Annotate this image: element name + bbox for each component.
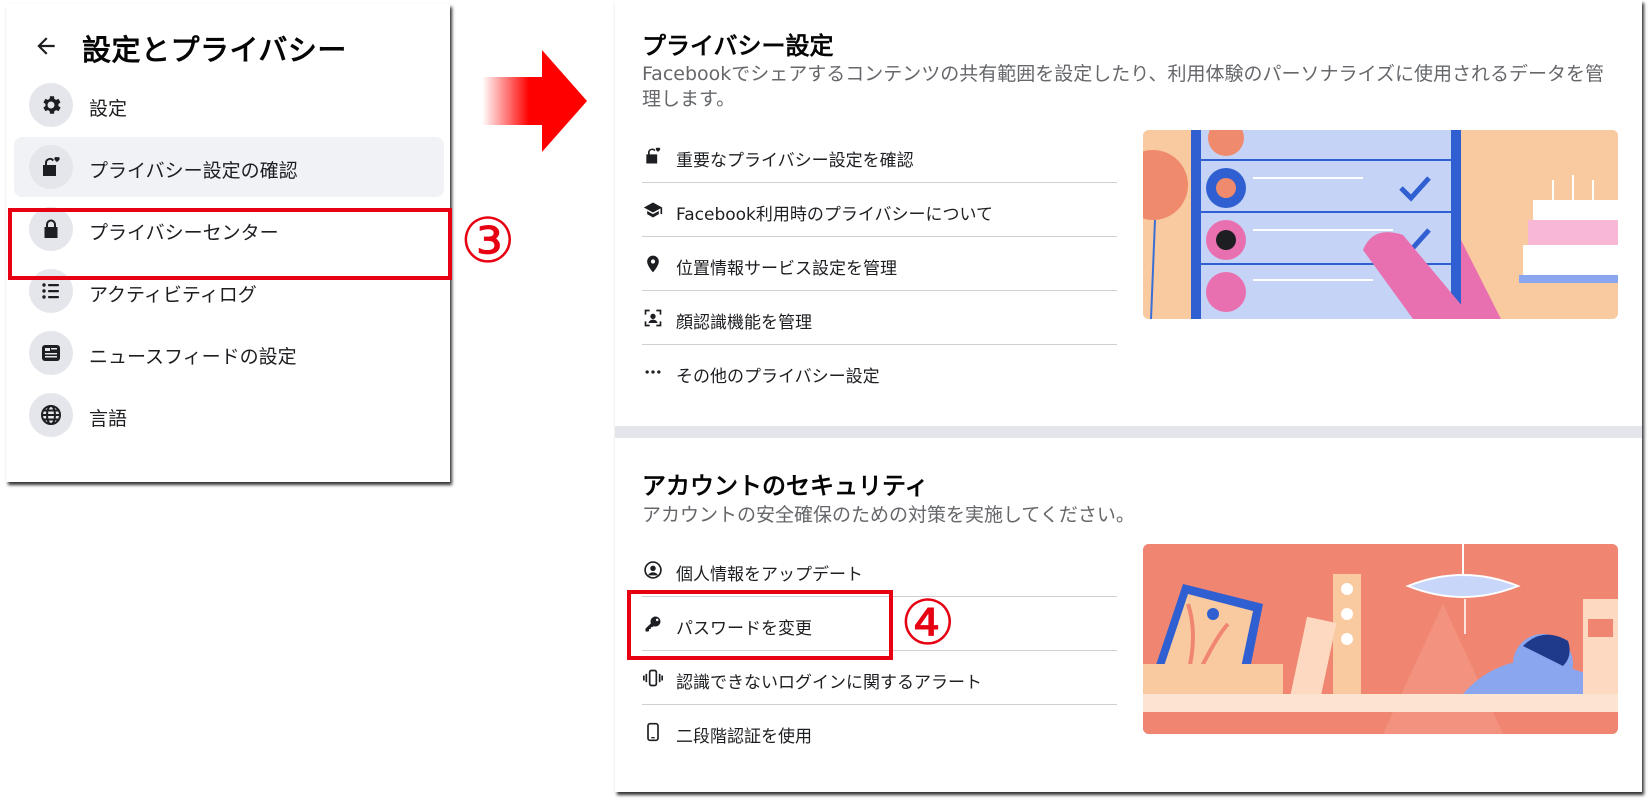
menu-item-label: 言語 [89,408,128,430]
privacy-item-review[interactable]: 重要なプライバシー設定を確認 [642,129,1117,183]
menu-item-label: アクティビティログ [89,284,257,306]
location-pin-icon [642,253,664,275]
privacy-item-more[interactable]: その他のプライバシー設定 [642,345,1117,399]
section-divider [615,426,1642,438]
security-item-update-info[interactable]: 個人情報をアップデート [642,543,1117,597]
phone-vibrate-icon [642,667,664,689]
more-dots-icon [642,361,664,383]
menu-item-settings[interactable]: 設定 [14,75,444,135]
menu-item-language[interactable]: 言語 [14,385,444,445]
privacy-item-label: 顔認識機能を管理 [676,313,812,333]
privacy-item-label: 位置情報サービス設定を管理 [676,259,897,279]
face-recognition-icon [642,307,664,329]
account-security-illustration [1143,544,1618,734]
back-arrow-icon[interactable] [33,33,59,59]
privacy-item-face-recognition[interactable]: 顔認識機能を管理 [642,291,1117,345]
security-item-label: 認識できないログインに関するアラート [676,673,982,693]
security-item-two-factor[interactable]: 二段階認証を使用 [642,705,1117,759]
highlight-box-step4 [627,590,893,660]
menu-title: 設定とプライバシー [82,33,347,67]
security-section-description: アカウントの安全確保のための対策を実施してください。 [642,504,1135,526]
security-item-label: 個人情報をアップデート [676,565,863,585]
privacy-item-label: Facebook利用時のプライバシーについて [676,205,994,225]
step3-marker: ③ [460,204,516,277]
security-item-label: 二段階認証を使用 [676,727,812,747]
privacy-item-basics[interactable]: Facebook利用時のプライバシーについて [642,183,1117,237]
menu-header: 設定とプライバシー [6,22,450,72]
lock-heart-icon [642,145,664,167]
news-feed-icon [29,331,73,375]
step4-marker: ④ [900,586,956,659]
user-circle-icon [642,559,664,581]
gear-icon [29,83,73,127]
menu-item-news-feed-preferences[interactable]: ニュースフィードの設定 [14,323,444,383]
globe-icon [29,393,73,437]
mobile-phone-icon [642,721,664,743]
highlight-box-step3 [8,208,452,280]
lock-heart-icon [29,145,73,189]
privacy-item-label: 重要なプライバシー設定を確認 [676,151,914,171]
privacy-item-label: その他のプライバシー設定 [676,367,880,387]
privacy-checkup-illustration [1143,130,1618,319]
menu-item-label: ニュースフィードの設定 [89,346,297,368]
right-arrow-icon [482,50,587,152]
menu-item-label: 設定 [89,98,128,120]
privacy-section-description: Facebookでシェアするコンテンツの共有範囲を設定したり、利用体験のパーソナ… [642,63,1604,110]
security-section-title: アカウントのセキュリティ [642,472,929,500]
menu-item-privacy-checkup[interactable]: プライバシー設定の確認 [14,137,444,197]
privacy-section-title: プライバシー設定 [642,32,834,60]
privacy-center-panel: プライバシー設定 Facebookでシェアするコンテンツの共有範囲を設定したり、… [615,0,1642,792]
privacy-item-location[interactable]: 位置情報サービス設定を管理 [642,237,1117,291]
menu-item-label: プライバシー設定の確認 [89,160,298,182]
graduation-cap-icon [642,199,664,221]
